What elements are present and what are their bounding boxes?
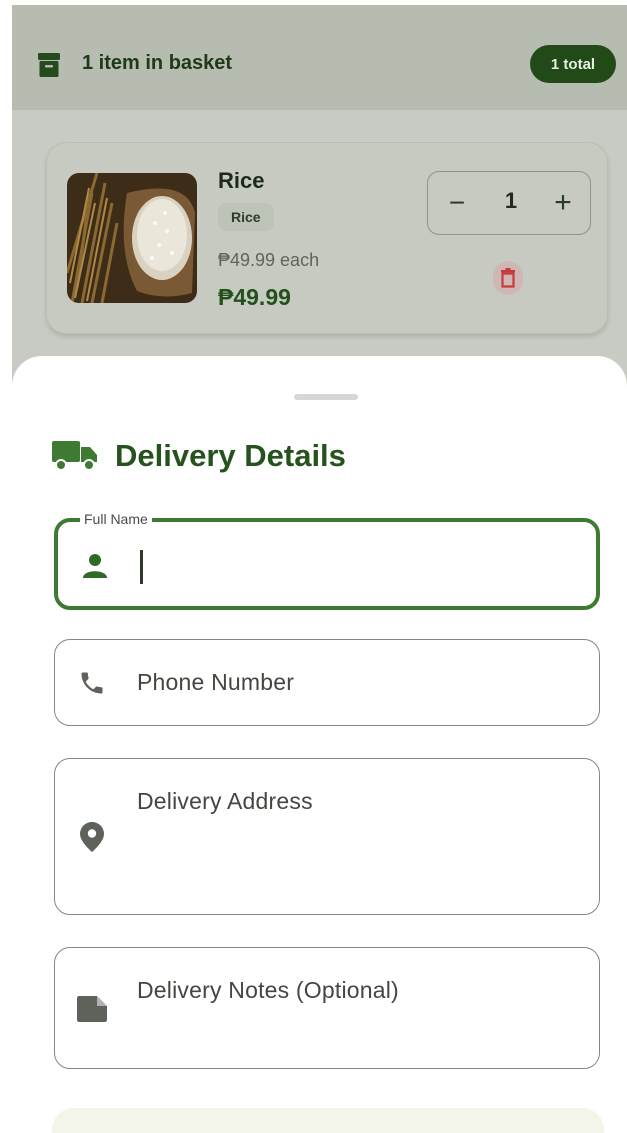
increase-quantity-button[interactable]: + bbox=[548, 186, 578, 220]
basket-title: 1 item in basket bbox=[82, 52, 233, 74]
decrease-quantity-button[interactable]: − bbox=[442, 186, 472, 220]
location-pin-icon bbox=[75, 820, 109, 854]
quantity-value: 1 bbox=[504, 188, 518, 213]
delivery-details-sheet: Delivery Details Full Name Phone Number bbox=[12, 356, 627, 1133]
item-name: Rice bbox=[218, 168, 265, 193]
note-icon bbox=[75, 992, 109, 1026]
item-category-tag: Rice bbox=[218, 203, 274, 231]
delete-item-button[interactable] bbox=[493, 261, 523, 295]
archive-icon bbox=[38, 53, 60, 77]
phone-number-label: Phone Number bbox=[137, 669, 295, 695]
delivery-notes-label: Delivery Notes (Optional) bbox=[137, 977, 399, 1003]
drag-handle[interactable] bbox=[294, 394, 358, 400]
person-icon bbox=[78, 549, 112, 583]
phone-number-field[interactable]: Phone Number bbox=[54, 639, 600, 726]
delivery-address-label: Delivery Address bbox=[137, 788, 313, 814]
order-summary-box bbox=[52, 1108, 604, 1133]
phone-icon bbox=[75, 666, 109, 700]
delivery-address-field[interactable]: Delivery Address bbox=[54, 758, 600, 915]
basket-item-card: Rice Rice ₱49.99 each ₱49.99 − 1 + bbox=[46, 142, 608, 334]
sheet-title: Delivery Details bbox=[115, 438, 346, 473]
delivery-notes-field[interactable]: Delivery Notes (Optional) bbox=[54, 947, 600, 1069]
trash-icon bbox=[501, 268, 515, 288]
total-badge: 1 total bbox=[530, 45, 616, 83]
quantity-stepper: − 1 + bbox=[427, 171, 591, 235]
full-name-floating-label: Full Name bbox=[80, 511, 152, 527]
full-name-field[interactable]: Full Name bbox=[54, 511, 600, 610]
truck-icon bbox=[52, 441, 97, 471]
item-unit-price: ₱49.99 each bbox=[218, 250, 320, 270]
item-total-price: ₱49.99 bbox=[218, 284, 291, 310]
text-cursor bbox=[140, 550, 143, 584]
rice-product-image bbox=[67, 173, 197, 303]
basket-header: 1 item in basket 1 total bbox=[12, 5, 627, 110]
